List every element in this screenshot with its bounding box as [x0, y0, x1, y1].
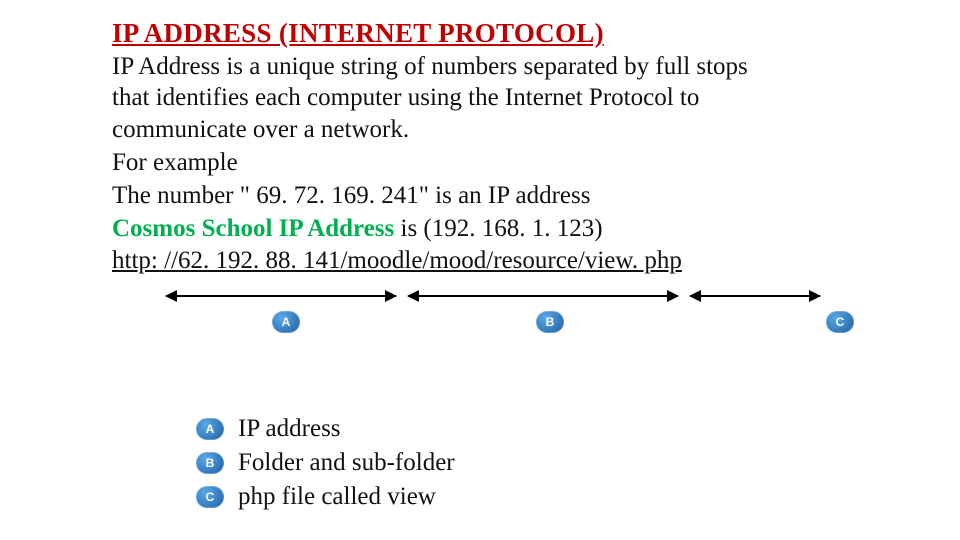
legend-marker-c: C	[196, 486, 224, 508]
paragraph-definition: IP Address is a unique string of numbers…	[112, 51, 772, 145]
legend-marker-b: B	[196, 452, 224, 474]
legend-marker-a: A	[196, 418, 224, 440]
marker-c: C	[826, 311, 854, 333]
paragraph-for-example: For example	[112, 147, 892, 178]
url-breakdown-diagram: A B C	[112, 277, 882, 337]
legend-row-c: C php file called view	[196, 480, 455, 514]
arrow-segment-b	[408, 295, 678, 297]
legend-text-a: IP address	[238, 415, 341, 443]
school-ip-value: is (192. 168. 1. 123)	[394, 215, 602, 242]
arrow-segment-a	[166, 295, 396, 297]
slide-content: IP ADDRESS (INTERNET PROTOCOL) IP Addres…	[112, 18, 892, 337]
school-ip-line: Cosmos School IP Address is (192. 168. 1…	[112, 213, 892, 244]
arrow-segment-c	[690, 295, 820, 297]
legend-text-c: php file called view	[238, 483, 436, 511]
heading-ip-address: IP ADDRESS (INTERNET PROTOCOL)	[112, 18, 892, 49]
legend-text-b: Folder and sub-folder	[238, 449, 455, 477]
marker-a: A	[272, 311, 300, 333]
school-name: Cosmos School IP Address	[112, 215, 394, 242]
paragraph-example-number: The number " 69. 72. 169. 241" is an IP …	[112, 180, 892, 211]
marker-b: B	[536, 311, 564, 333]
example-url: http: //62. 192. 88. 141/moodle/mood/res…	[112, 247, 892, 275]
legend: A IP address B Folder and sub-folder C p…	[196, 412, 455, 514]
legend-row-a: A IP address	[196, 412, 455, 446]
legend-row-b: B Folder and sub-folder	[196, 446, 455, 480]
